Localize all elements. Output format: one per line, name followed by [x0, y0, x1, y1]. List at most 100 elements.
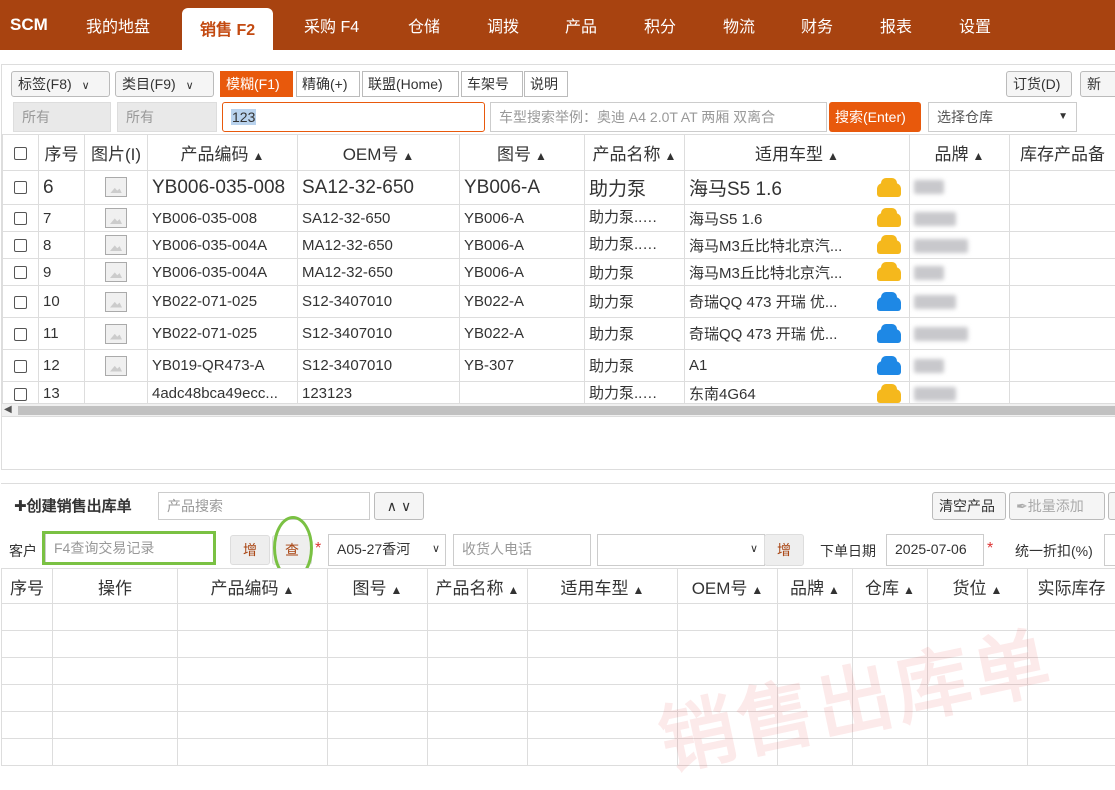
- checkbox-icon[interactable]: [14, 360, 27, 373]
- product-search-input[interactable]: 123: [222, 102, 485, 132]
- tab-products[interactable]: 产品: [565, 13, 597, 37]
- clear-products-button[interactable]: 清空产品: [932, 492, 1006, 520]
- new-button[interactable]: 新: [1080, 71, 1115, 97]
- sort-icon[interactable]: ▲︎: [283, 583, 295, 597]
- order-button[interactable]: 订货(D): [1006, 71, 1072, 97]
- tab-transfer[interactable]: 调拨: [487, 13, 519, 37]
- order-col-warehouse[interactable]: 仓库▲︎: [853, 569, 928, 604]
- order-col-fig[interactable]: 图号▲︎: [328, 569, 428, 604]
- checkbox-icon[interactable]: [14, 266, 27, 279]
- sort-icon[interactable]: ▲︎: [402, 149, 414, 163]
- tab-finance[interactable]: 财务: [801, 13, 833, 37]
- image-placeholder-icon[interactable]: [105, 262, 127, 282]
- image-placeholder-icon[interactable]: [105, 235, 127, 255]
- car-icon[interactable]: [877, 183, 901, 197]
- cell-image[interactable]: [85, 318, 148, 350]
- expand-toggle[interactable]: ∧ ∨: [374, 492, 424, 520]
- cell-image[interactable]: [85, 205, 148, 232]
- order-col-model[interactable]: 适用车型▲︎: [528, 569, 678, 604]
- row-checkbox[interactable]: [3, 382, 39, 406]
- order-col-name[interactable]: 产品名称▲︎: [428, 569, 528, 604]
- cell-image[interactable]: [85, 259, 148, 286]
- row-checkbox[interactable]: [3, 318, 39, 350]
- discount-input[interactable]: [1104, 534, 1115, 566]
- image-placeholder-icon[interactable]: [105, 356, 127, 376]
- tab-points[interactable]: 积分: [644, 13, 676, 37]
- row-checkbox[interactable]: [3, 232, 39, 259]
- cell-image[interactable]: [85, 232, 148, 259]
- mode-exact[interactable]: 精确(+): [296, 71, 360, 97]
- row-checkbox[interactable]: [3, 350, 39, 382]
- checkbox-icon[interactable]: [14, 239, 27, 252]
- mode-vin[interactable]: 车架号: [461, 71, 523, 97]
- chevron-down-icon[interactable]: ∨: [401, 498, 411, 514]
- row-checkbox[interactable]: [3, 259, 39, 286]
- col-header-fig[interactable]: 图号▲︎: [460, 135, 585, 171]
- sort-icon[interactable]: ▲︎: [391, 583, 403, 597]
- tab-sales[interactable]: 销售 F2: [182, 8, 273, 50]
- checkbox-icon[interactable]: [14, 296, 27, 309]
- checkbox-icon[interactable]: [14, 328, 27, 341]
- table-row[interactable]: 9YB006-035-004AMA12-32-650YB006-A助力泵海马M3…: [3, 259, 1115, 286]
- image-placeholder-icon[interactable]: [105, 177, 127, 197]
- tab-my-dashboard[interactable]: 我的地盘: [86, 13, 150, 37]
- image-placeholder-icon[interactable]: [105, 292, 127, 312]
- col-header-oem[interactable]: OEM号▲︎: [298, 135, 460, 171]
- cell-image[interactable]: [85, 350, 148, 382]
- add-customer-button[interactable]: 增: [230, 535, 270, 565]
- car-icon[interactable]: [877, 213, 901, 227]
- sort-icon[interactable]: ▲︎: [633, 583, 645, 597]
- table-row[interactable]: 11YB022-071-025S12-3407010YB022-A助力泵奇瑞QQ…: [3, 318, 1115, 350]
- sort-icon[interactable]: ▲︎: [535, 149, 547, 163]
- horizontal-scrollbar[interactable]: ◀: [2, 403, 1115, 417]
- table-row[interactable]: 10YB022-071-025S12-3407010YB022-A助力泵奇瑞QQ…: [3, 286, 1115, 318]
- select-all-checkbox[interactable]: [3, 135, 39, 171]
- row-checkbox[interactable]: [3, 205, 39, 232]
- col-header-name[interactable]: 产品名称▲︎: [585, 135, 685, 171]
- row-checkbox[interactable]: [3, 286, 39, 318]
- cell-image[interactable]: [85, 382, 148, 406]
- add-receiver-button[interactable]: 增: [764, 534, 804, 566]
- scroll-left-icon[interactable]: ◀: [4, 404, 12, 415]
- sort-icon[interactable]: ▲︎: [828, 583, 840, 597]
- tab-storage[interactable]: 仓储: [408, 13, 440, 37]
- car-icon[interactable]: [877, 240, 901, 254]
- tab-purchase[interactable]: 采购 F4: [304, 13, 359, 37]
- checkbox-icon[interactable]: [14, 212, 27, 225]
- row-checkbox[interactable]: [3, 171, 39, 205]
- image-placeholder-icon[interactable]: [105, 324, 127, 344]
- receiver-select[interactable]: ∨: [597, 534, 765, 566]
- tab-settings[interactable]: 设置: [959, 13, 991, 37]
- sort-icon[interactable]: ▲︎: [751, 583, 763, 597]
- table-row[interactable]: 12YB019-QR473-AS12-3407010YB-307助力泵A1: [3, 350, 1115, 382]
- col-header-code[interactable]: 产品编码▲︎: [148, 135, 298, 171]
- col-header-brand[interactable]: 品牌▲︎: [910, 135, 1010, 171]
- tab-reports[interactable]: 报表: [880, 13, 912, 37]
- checkbox-icon[interactable]: [14, 181, 27, 194]
- tab-logistics[interactable]: 物流: [723, 13, 755, 37]
- search-button[interactable]: 搜索(Enter): [829, 102, 921, 132]
- table-row[interactable]: 134adc48bca49ecc...123123助力泵..东南4G64: [3, 382, 1115, 406]
- filter-all-1[interactable]: 所有: [13, 102, 111, 132]
- col-header-model[interactable]: 适用车型▲︎: [685, 135, 910, 171]
- car-icon[interactable]: [877, 361, 901, 375]
- car-icon[interactable]: [877, 297, 901, 311]
- sort-icon[interactable]: ▲︎: [508, 583, 520, 597]
- sort-icon[interactable]: ▲︎: [827, 149, 839, 163]
- location-select[interactable]: A05-27香河 ∨: [328, 534, 446, 566]
- mode-fuzzy[interactable]: 模糊(F1): [220, 71, 293, 97]
- tag-select[interactable]: 标签(F8) ∨: [11, 71, 110, 97]
- sort-icon[interactable]: ▲︎: [253, 149, 265, 163]
- receiver-phone-input[interactable]: 收货人电话: [453, 534, 591, 566]
- car-icon[interactable]: [877, 329, 901, 343]
- mode-alliance[interactable]: 联盟(Home): [362, 71, 459, 97]
- warehouse-select[interactable]: 选择仓库 ▼: [928, 102, 1077, 132]
- order-col-brand[interactable]: 品牌▲︎: [778, 569, 853, 604]
- order-col-code[interactable]: 产品编码▲︎: [178, 569, 328, 604]
- checkbox-icon[interactable]: [14, 388, 27, 401]
- mode-description[interactable]: 说明: [524, 71, 568, 97]
- order-product-search[interactable]: 产品搜索: [158, 492, 370, 520]
- table-row[interactable]: 7YB006-035-008SA12-32-650YB006-A助力泵..海马S…: [3, 205, 1115, 232]
- sort-icon[interactable]: ▲︎: [665, 149, 677, 163]
- checkbox-icon[interactable]: [14, 147, 27, 160]
